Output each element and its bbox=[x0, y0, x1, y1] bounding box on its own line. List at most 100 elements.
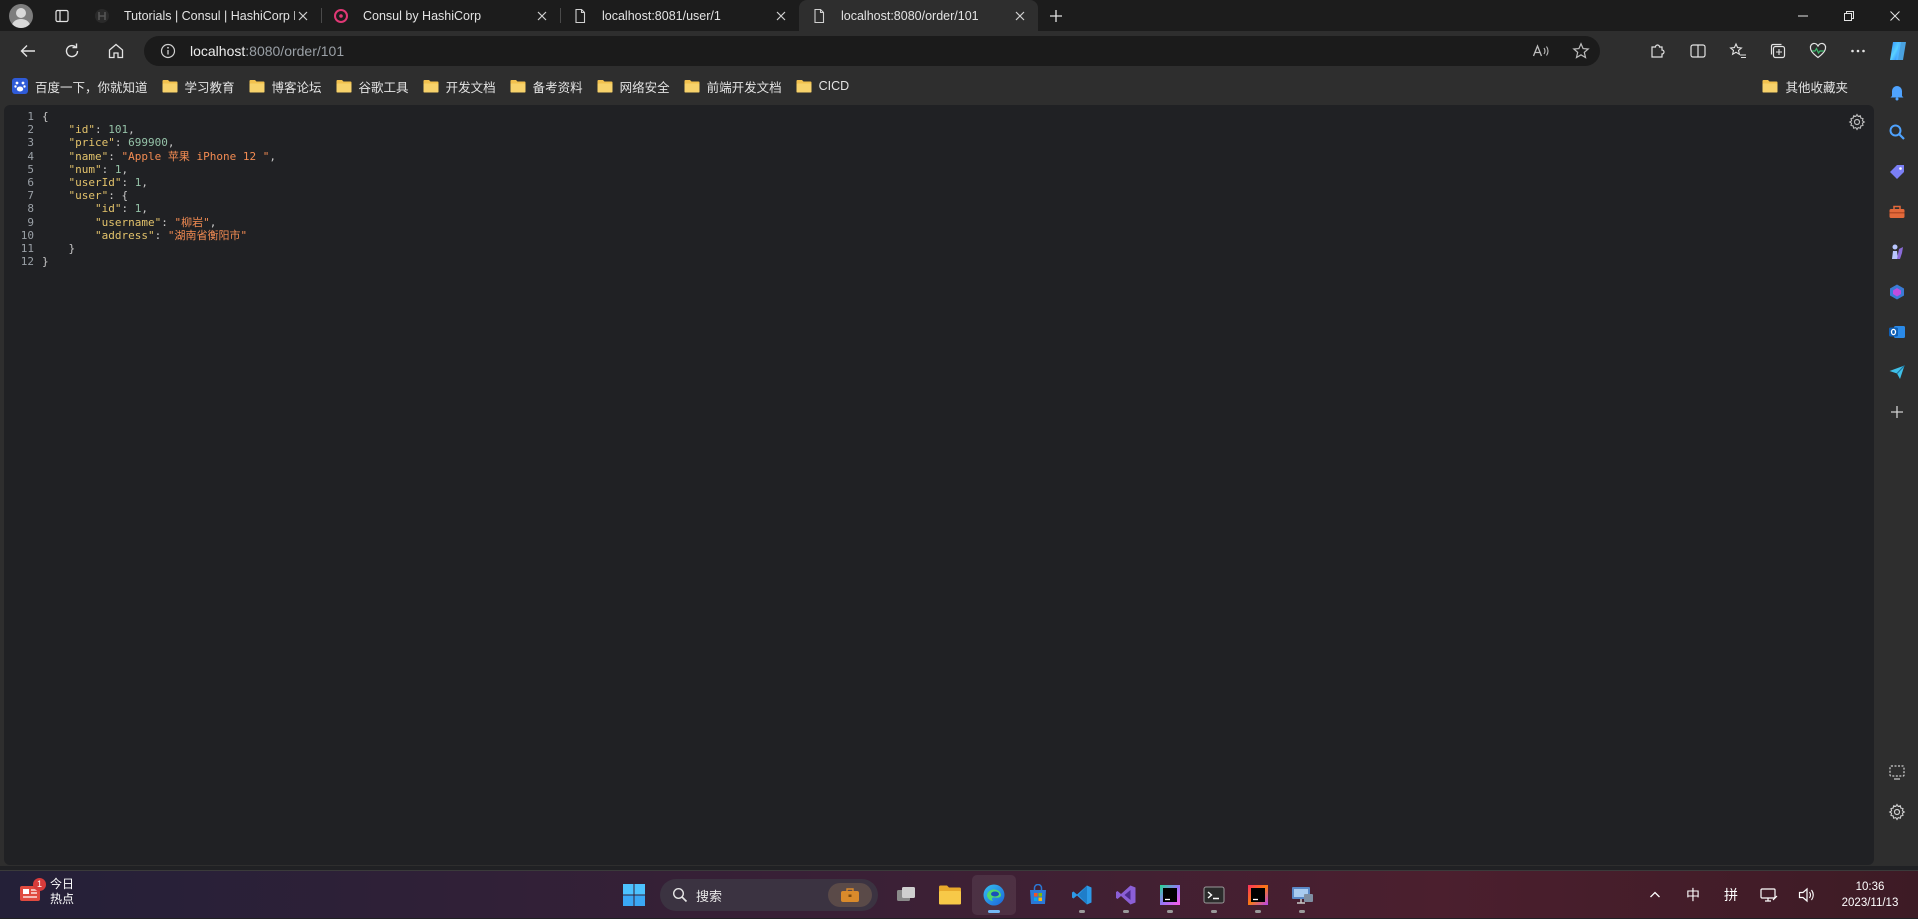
bookmark-folder-exam[interactable]: 备考资料 bbox=[510, 77, 583, 96]
tab-list: Tutorials | Consul | HashiCorp Developer… bbox=[82, 0, 1038, 31]
show-hidden-icons-button[interactable] bbox=[1636, 889, 1674, 901]
remote-desktop-button[interactable] bbox=[1280, 875, 1324, 915]
bookmark-folder-frontend[interactable]: 前端开发文档 bbox=[684, 77, 782, 96]
notification-badge: 1 bbox=[33, 878, 46, 891]
chess-piece-icon bbox=[1888, 243, 1906, 261]
info-icon[interactable] bbox=[160, 43, 176, 59]
line-number: 8 bbox=[27, 202, 34, 216]
tab-localhost-8081-user[interactable]: localhost:8081/user/1 bbox=[560, 0, 799, 31]
restore-button[interactable] bbox=[1826, 0, 1872, 31]
line-number: 7 bbox=[27, 189, 34, 203]
baidu-icon bbox=[12, 78, 28, 94]
read-aloud-icon[interactable] bbox=[1532, 43, 1550, 59]
file-explorer-button[interactable] bbox=[928, 875, 972, 915]
sidebar-tools[interactable] bbox=[1886, 201, 1908, 223]
start-button[interactable] bbox=[612, 875, 656, 915]
task-view-icon bbox=[895, 884, 917, 906]
sidebar-drop[interactable] bbox=[1886, 361, 1908, 383]
json-key: "id" bbox=[68, 123, 96, 137]
bookmark-folder-dev-docs[interactable]: 开发文档 bbox=[423, 77, 496, 96]
visual-studio-button[interactable] bbox=[1104, 875, 1148, 915]
datagrip-button[interactable] bbox=[1148, 875, 1192, 915]
json-line-code: } bbox=[42, 255, 49, 268]
tab-actions-button[interactable] bbox=[42, 0, 82, 31]
folder-icon bbox=[336, 79, 352, 93]
close-icon[interactable] bbox=[534, 8, 550, 24]
json-key: "userId" bbox=[68, 176, 122, 190]
toolbar-right bbox=[1638, 31, 1918, 71]
bookmark-folder-blog[interactable]: 博客论坛 bbox=[249, 77, 322, 96]
line-number: 3 bbox=[27, 136, 34, 150]
intellij-idea-button[interactable] bbox=[1236, 875, 1280, 915]
copilot-button[interactable] bbox=[1878, 35, 1918, 67]
viewer-settings-icon[interactable] bbox=[1848, 113, 1866, 131]
collections-button[interactable] bbox=[1758, 35, 1798, 67]
hashicorp-icon bbox=[94, 8, 110, 24]
task-view-button[interactable] bbox=[884, 875, 928, 915]
news-widget[interactable]: 1 今日 热点 bbox=[18, 877, 74, 907]
ime-mode-button[interactable]: 拼 bbox=[1712, 885, 1750, 905]
sidebar-microsoft-365[interactable] bbox=[1886, 281, 1908, 303]
ime-language-button[interactable]: 中 bbox=[1674, 885, 1712, 905]
settings-menu-button[interactable] bbox=[1838, 35, 1878, 67]
json-code: 1{2 "id": 101, 3 "price": 699900, 4 "name"… bbox=[4, 110, 276, 268]
json-punctuation: : bbox=[154, 228, 168, 242]
bookmark-folder-google-tools[interactable]: 谷歌工具 bbox=[336, 77, 409, 96]
close-icon[interactable] bbox=[773, 8, 789, 24]
bookmark-folder-study[interactable]: 学习教育 bbox=[162, 77, 235, 96]
folder-icon bbox=[249, 79, 265, 93]
minimize-button[interactable] bbox=[1780, 0, 1826, 31]
tab-localhost-8080-order[interactable]: localhost:8080/order/101 bbox=[799, 0, 1038, 31]
address-bar[interactable]: localhost:8080/order/101 bbox=[144, 36, 1600, 66]
back-button[interactable] bbox=[10, 35, 46, 67]
sidebar-shopping[interactable] bbox=[1886, 161, 1908, 183]
vscode-button[interactable] bbox=[1060, 875, 1104, 915]
search-icon bbox=[1888, 123, 1906, 141]
sidebar-outlook[interactable] bbox=[1886, 321, 1908, 343]
sidebar-screenshot[interactable] bbox=[1886, 761, 1908, 783]
json-key: "name" bbox=[68, 149, 109, 163]
taskbar-search-label: 搜索 bbox=[696, 888, 723, 904]
new-tab-button[interactable] bbox=[1038, 0, 1074, 31]
home-button[interactable] bbox=[98, 35, 134, 67]
line-number: 5 bbox=[27, 162, 34, 176]
sidebar-search[interactable] bbox=[1886, 121, 1908, 143]
volume-button[interactable] bbox=[1788, 887, 1826, 903]
json-punctuation: , bbox=[121, 162, 129, 176]
microsoft-store-button[interactable] bbox=[1016, 875, 1060, 915]
browser-essentials-button[interactable] bbox=[1798, 35, 1838, 67]
favorites-button[interactable] bbox=[1718, 35, 1758, 67]
close-window-button[interactable] bbox=[1872, 0, 1918, 31]
line-number: 6 bbox=[27, 176, 34, 190]
network-button[interactable] bbox=[1750, 887, 1788, 903]
bookmark-folder-security[interactable]: 网络安全 bbox=[597, 77, 670, 96]
favorite-star-icon[interactable] bbox=[1572, 42, 1590, 60]
profile-button[interactable] bbox=[0, 0, 42, 31]
tab-title: Consul by HashiCorp bbox=[363, 8, 482, 23]
search-icon bbox=[672, 887, 688, 903]
folder-icon bbox=[684, 79, 700, 93]
bookmark-baidu[interactable]: 百度一下，你就知道 bbox=[12, 77, 148, 96]
bookmark-other-favorites[interactable]: 其他收藏夹 bbox=[1762, 71, 1848, 101]
tab-tutorials-consul[interactable]: Tutorials | Consul | HashiCorp Developer bbox=[82, 0, 321, 31]
close-icon[interactable] bbox=[295, 8, 311, 24]
tab-consul-by-hashicorp[interactable]: Consul by HashiCorp bbox=[321, 0, 560, 31]
taskbar-search[interactable]: 搜索 bbox=[660, 879, 878, 911]
bookmark-folder-cicd[interactable]: CICD bbox=[796, 79, 849, 93]
clock[interactable]: 10:36 2023/11/13 bbox=[1834, 879, 1906, 911]
json-line-code: "address": "湖南省衡阳市" bbox=[42, 229, 247, 242]
sidebar-notifications[interactable] bbox=[1886, 81, 1908, 103]
extensions-button[interactable] bbox=[1638, 35, 1678, 67]
close-icon[interactable] bbox=[1012, 8, 1028, 24]
sidebar-add[interactable] bbox=[1886, 401, 1908, 423]
line-number: 9 bbox=[27, 215, 34, 229]
split-screen-button[interactable] bbox=[1678, 35, 1718, 67]
edge-taskbar-button[interactable] bbox=[972, 875, 1016, 915]
json-line-code: } bbox=[42, 242, 76, 255]
sidebar-games[interactable] bbox=[1886, 241, 1908, 263]
bookmark-label: 百度一下，你就知道 bbox=[35, 80, 148, 95]
terminal-button[interactable] bbox=[1192, 875, 1236, 915]
running-indicator bbox=[988, 910, 1000, 913]
sidebar-settings[interactable] bbox=[1886, 801, 1908, 823]
refresh-button[interactable] bbox=[54, 35, 90, 67]
